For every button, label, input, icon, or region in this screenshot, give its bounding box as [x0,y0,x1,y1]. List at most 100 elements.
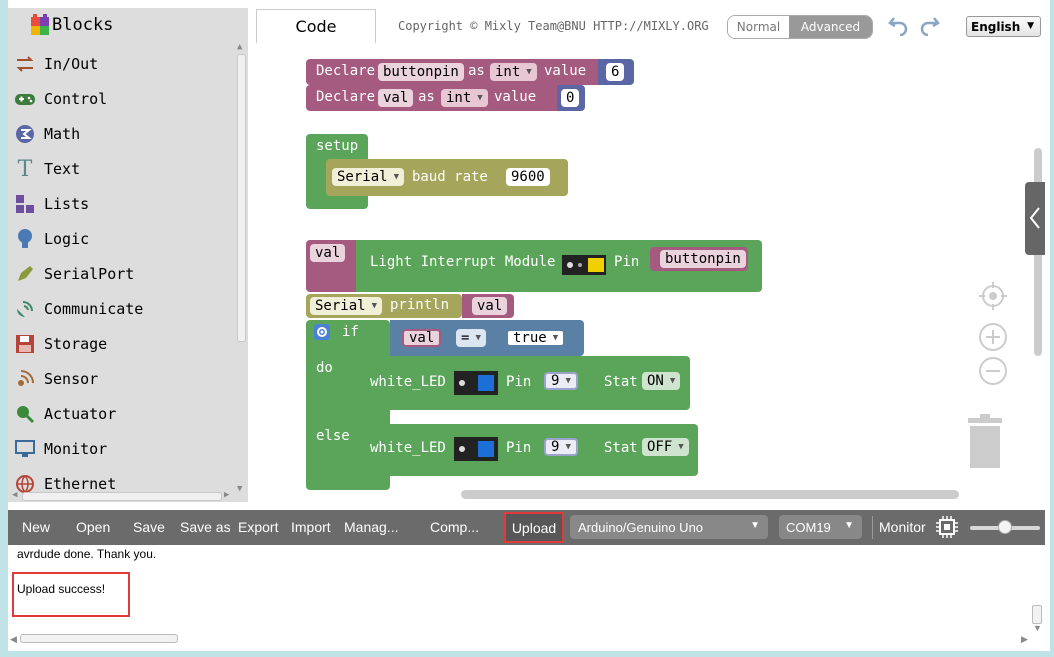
pin-dropdown[interactable]: 9 ▼ [544,372,578,390]
serial-value: Serial [337,169,388,185]
chevron-down-icon: ▼ [844,520,854,531]
variable-field[interactable]: val [472,297,508,315]
import-button[interactable]: Import [291,519,331,535]
compare-block[interactable]: val = ▼ true ▼ [390,320,584,356]
open-button[interactable]: Open [76,519,110,535]
new-button[interactable]: New [22,519,50,535]
variable-field[interactable]: val [310,244,346,262]
port-select[interactable]: COM19 ▼ [779,515,862,539]
save-as-button[interactable]: Save as [180,519,231,535]
led-module-icon [454,437,498,461]
assign-block[interactable]: val [306,240,360,292]
mode-advanced-button[interactable]: Advanced [789,16,872,38]
side-panel-toggle[interactable] [1025,182,1045,255]
scroll-left-icon[interactable]: ◀ [10,634,17,645]
tab-code[interactable]: Code [256,9,376,43]
scroll-up-icon[interactable]: ▲ [237,42,242,52]
declare-block-buttonpin[interactable]: Declare buttonpin as int ▼ value [306,59,604,85]
trash-icon[interactable] [966,414,1004,469]
console-horizontal-scrollbar[interactable] [20,634,178,643]
blockly-workspace[interactable]: Declare buttonpin as int ▼ value 6 Declar… [248,44,1045,504]
serial-baud-block[interactable]: Serial ▼ baud rate 9600 [326,159,568,196]
satellite-icon [14,298,36,320]
undo-icon[interactable] [888,14,910,36]
zoom-in-icon[interactable] [978,322,1008,352]
zoom-out-icon[interactable] [978,356,1008,386]
toolbox-horizontal-scrollbar[interactable]: ◀ ▶ [12,490,234,502]
category-control[interactable]: Control [14,86,107,112]
type-dropdown[interactable]: int ▼ [441,89,488,107]
upload-button[interactable]: Upload [504,512,564,543]
chip-icon[interactable] [936,516,958,538]
manage-button[interactable]: Manag... [344,519,398,535]
pin-variable-block[interactable]: buttonpin [650,247,748,271]
variable-field[interactable]: val [402,329,442,347]
number-field[interactable]: 0 [561,89,580,107]
white-led-block-else[interactable]: white_LED Pin 9 ▼ Stat OFF ▼ [360,424,698,476]
arrows-icon [14,53,36,75]
number-block[interactable]: 6 [598,59,634,85]
setup-keyword: setup [316,138,359,154]
category-text[interactable]: T Text [14,156,80,182]
pin-variable-field[interactable]: buttonpin [660,250,746,268]
category-actuator[interactable]: Actuator [14,401,116,427]
redo-icon[interactable] [918,14,940,36]
declare-keyword: Declare [316,89,376,105]
category-lists[interactable]: Lists [14,191,89,217]
mode-toggle[interactable]: Normal Advanced [727,15,873,39]
workspace-horizontal-scrollbar[interactable] [461,490,959,499]
pin-dropdown[interactable]: 9 ▼ [544,438,578,456]
mode-normal-button[interactable]: Normal [728,16,789,38]
pin-label: Pin [506,374,532,390]
variable-name-field[interactable]: buttonpin [378,63,464,81]
serial-println-block[interactable]: Serial ▼ println [306,294,462,318]
category-monitor[interactable]: Monitor [14,436,107,462]
white-led-block-do[interactable]: white_LED Pin 9 ▼ Stat ON ▼ [360,356,690,410]
toolbox-vertical-scrollbar[interactable]: ▲ ▼ [236,42,246,494]
declare-block-val[interactable]: Declare val as int ▼ value [306,85,564,111]
scroll-thumb[interactable] [237,54,246,342]
category-math[interactable]: Math [14,121,80,147]
serial-dropdown[interactable]: Serial ▼ [310,297,382,315]
toolbox-title: Blocks [52,15,114,35]
boolean-dropdown[interactable]: true ▼ [506,329,566,347]
category-storage[interactable]: Storage [14,331,107,357]
serial-dropdown[interactable]: Serial ▼ [332,168,404,186]
category-in-out[interactable]: In/Out [14,51,98,77]
category-serialport[interactable]: SerialPort [14,261,134,287]
gear-icon[interactable] [314,324,330,340]
category-sensor[interactable]: Sensor [14,366,98,392]
scroll-down-icon[interactable]: ▼ [1033,623,1042,633]
chevron-down-icon: ▼ [552,333,559,343]
chevron-down-icon: ▼ [565,442,571,452]
baud-value-field[interactable]: 9600 [506,168,550,186]
scroll-right-icon[interactable]: ▶ [1021,634,1028,645]
board-select[interactable]: Arduino/Genuino Uno ▼ [570,515,768,539]
variable-block[interactable]: val [462,294,514,318]
stat-dropdown[interactable]: OFF ▼ [642,438,689,456]
recenter-icon[interactable] [978,281,1008,311]
scroll-down-icon[interactable]: ▼ [237,484,242,494]
category-logic[interactable]: Logic [14,226,89,252]
category-label: Math [44,125,81,143]
scroll-left-icon[interactable]: ◀ [12,490,17,500]
type-dropdown[interactable]: int ▼ [490,63,537,81]
text-icon: T [17,156,33,182]
save-button[interactable]: Save [133,519,165,535]
zoom-slider-thumb[interactable] [998,520,1012,534]
scroll-thumb[interactable] [22,492,222,501]
scroll-right-icon[interactable]: ▶ [224,490,229,500]
console-vertical-scrollbar[interactable] [1032,605,1042,624]
stat-dropdown[interactable]: ON ▼ [642,372,681,390]
chevron-down-icon: ▼ [678,442,684,452]
monitor-button[interactable]: Monitor [879,519,926,535]
light-sensor-module-icon [562,255,606,275]
operator-dropdown[interactable]: = ▼ [456,329,486,347]
export-button[interactable]: Export [238,519,278,535]
number-block[interactable]: 0 [557,85,585,111]
language-select[interactable]: English ▼ [966,16,1041,37]
compile-button[interactable]: Comp... [430,519,479,535]
number-field[interactable]: 6 [606,63,625,81]
category-communicate[interactable]: Communicate [14,296,143,322]
variable-name-field[interactable]: val [378,89,414,107]
